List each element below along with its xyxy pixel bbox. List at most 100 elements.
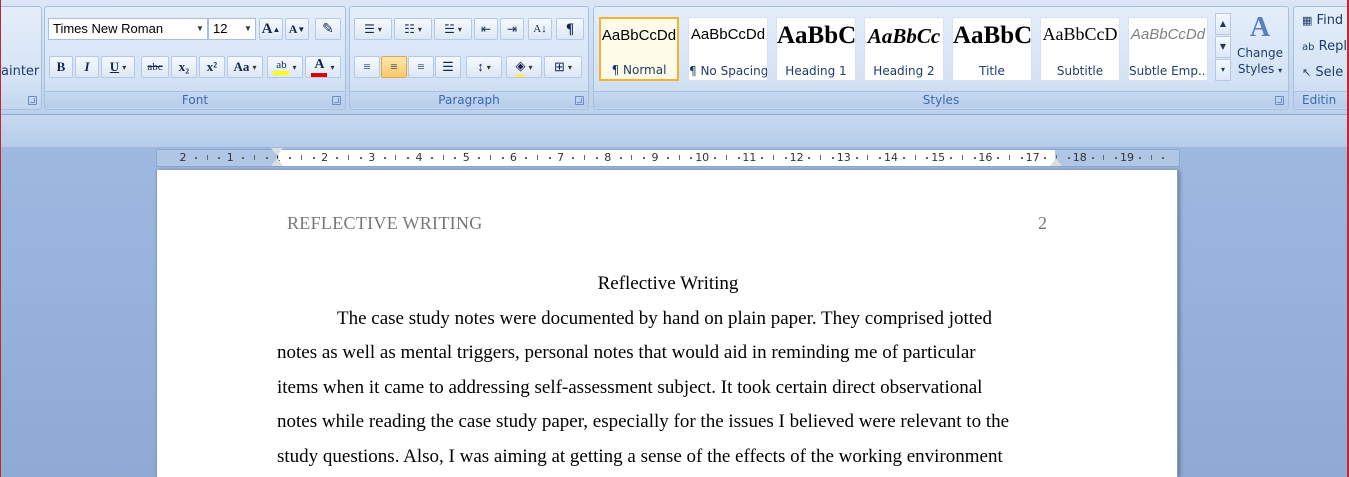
font-color-button[interactable]: A [305, 56, 341, 78]
multilevel-list-icon: ☱ [444, 21, 455, 36]
styles-more-button[interactable]: ▾ [1215, 59, 1231, 81]
styles-dialog-launcher[interactable] [1275, 96, 1284, 105]
ruler-tick-mark [478, 157, 480, 159]
bold-button[interactable]: B [49, 56, 73, 78]
ruler-tick-mark [808, 157, 811, 159]
first-line-indent-marker[interactable] [271, 148, 283, 156]
change-case-button[interactable]: Aa [227, 56, 263, 78]
ruler-tick-label: 14 [884, 151, 898, 164]
strikethrough-button[interactable]: abc [141, 56, 169, 78]
body-line: items when it came to addressing self-as… [277, 377, 983, 398]
decrease-indent-icon: ⇤ [480, 21, 492, 36]
line-spacing-button[interactable]: ↕ [466, 56, 502, 78]
ruler-tick-mark [336, 157, 339, 159]
ruler-tick-mark [666, 157, 669, 159]
ruler-tick-mark [619, 157, 622, 159]
change-styles-button[interactable]: A Change Styles ▾ [1235, 11, 1285, 91]
change-styles-label-2: Styles ▾ [1237, 62, 1283, 76]
ruler-tick-mark [714, 157, 716, 159]
decrease-indent-button[interactable]: ⇤ [474, 18, 498, 40]
shrink-font-button[interactable]: A ▼ [285, 18, 309, 40]
align-right-icon: ≡ [417, 59, 425, 74]
horizontal-ruler[interactable]: 2 1 1 2 3 4 5 6 7 8 9 10 11 12 13 14 15 16 17 18 19 [156, 148, 1180, 167]
clipboard-dialog-launcher[interactable] [28, 96, 37, 105]
ruler-tick-label: 7 [557, 151, 565, 164]
replace-button[interactable]: ab Repl [1302, 39, 1347, 54]
align-center-button[interactable]: ≡ [381, 56, 407, 78]
styles-scroll-up[interactable]: ▲ [1215, 13, 1231, 35]
right-indent-marker[interactable] [1050, 158, 1062, 166]
ruler-tick-mark [973, 157, 976, 159]
ruler-tick-mark [725, 155, 727, 160]
justify-icon: ☰ [442, 59, 454, 74]
style-sample: AaBbCcDd [1130, 26, 1206, 43]
find-button[interactable]: ▦ Find [1302, 13, 1343, 28]
document-page[interactable]: REFLECTIVE WRITING 2 Reflective Writing … [156, 170, 1178, 477]
styles-group-label: Styles [594, 91, 1288, 108]
ruler-tick-mark [395, 155, 397, 160]
bold-icon: B [56, 59, 66, 74]
paragraph-dialog-launcher[interactable] [575, 96, 584, 105]
change-styles-icon: A [1249, 12, 1271, 43]
ruler-tick-mark [454, 157, 457, 159]
grow-font-button[interactable]: A ▲ [259, 18, 283, 40]
ruler-tick-mark [548, 157, 551, 159]
superscript-button[interactable]: x² [199, 56, 225, 78]
ruler-tick-mark [773, 155, 774, 160]
body-line: The case study notes were documented by … [337, 308, 992, 329]
line-spacing-icon: ↕ [477, 59, 484, 74]
chevron-down-icon: ▼ [1219, 42, 1227, 51]
paint-bucket-icon: ◈ [515, 58, 526, 77]
style-heading-2[interactable]: AaBbCc Heading 2 [864, 17, 944, 81]
ruler-tick-mark [1138, 157, 1141, 159]
style-heading-1[interactable]: AaBbC Heading 1 [776, 17, 856, 81]
font-size-combo[interactable]: 12 ▼ [208, 18, 256, 40]
align-right-button[interactable]: ≡ [408, 56, 434, 78]
clear-formatting-button[interactable]: ✎ [315, 18, 341, 40]
multilevel-list-button[interactable]: ☱ [434, 18, 472, 40]
style-no-spacing[interactable]: AaBbCcDd ¶ No Spacing [688, 17, 768, 81]
increase-indent-icon: ⇥ [506, 21, 518, 36]
ruler-tick-label: 11 [742, 151, 757, 164]
align-left-icon: ≡ [363, 59, 371, 74]
subscript-button[interactable]: x₂ [171, 56, 197, 78]
ruler-tick-label: 17 [1025, 151, 1040, 164]
ruler-tick-mark [242, 157, 244, 159]
hanging-indent-marker[interactable] [271, 158, 283, 166]
sort-icon: A↓ [533, 23, 547, 35]
font-dialog-launcher[interactable] [332, 96, 341, 105]
numbering-button[interactable]: ☷ [394, 18, 432, 40]
show-hide-marks-button[interactable]: ¶ [556, 18, 584, 40]
more-icon: ▾ [1220, 65, 1225, 74]
styles-scroll-down[interactable]: ▼ [1215, 36, 1231, 58]
select-button[interactable]: ↖ Sele [1302, 65, 1343, 80]
italic-icon: I [84, 59, 90, 74]
paragraph-group: ☰ ☷ ☱ ⇤ ⇥ A↓ ¶ ≡ ≡ ≡ ☰ [349, 6, 589, 110]
ruler-tick-mark [1115, 157, 1118, 159]
highlight-color-button[interactable]: ab [267, 56, 303, 78]
chevron-down-icon[interactable]: ▼ [193, 19, 207, 39]
sort-button[interactable]: A↓ [528, 18, 552, 40]
subscript-icon: x₂ [178, 59, 190, 74]
ruler-tick-label: 9 [651, 151, 659, 164]
underline-button[interactable]: U [101, 56, 135, 78]
style-normal[interactable]: AaBbCcDd ¶ Normal [599, 17, 679, 81]
style-subtitle[interactable]: AaBbCcD Subtitle [1040, 17, 1120, 81]
chevron-down-icon[interactable]: ▼ [241, 19, 255, 39]
bullets-button[interactable]: ☰ [354, 18, 392, 40]
italic-button[interactable]: I [75, 56, 99, 78]
borders-button[interactable]: ⊞ [544, 56, 582, 78]
increase-indent-button[interactable]: ⇥ [500, 18, 524, 40]
ruler-tick-mark [855, 157, 858, 159]
ruler-tick-label: 18 [1072, 151, 1087, 164]
style-subtle-emphasis[interactable]: AaBbCcDd Subtle Emp... [1128, 17, 1208, 81]
justify-button[interactable]: ☰ [435, 56, 461, 78]
style-title[interactable]: AaBbC Title [952, 17, 1032, 81]
style-name: Subtitle [1056, 64, 1104, 78]
ruler-tick-mark [289, 157, 292, 159]
ruler-tick-mark [1162, 157, 1165, 159]
align-left-button[interactable]: ≡ [354, 56, 380, 78]
shading-button[interactable]: ◈ [506, 56, 542, 78]
format-painter-button[interactable]: ainter [1, 64, 39, 79]
font-name-combo[interactable]: Times New Roman ▼ [48, 18, 208, 40]
